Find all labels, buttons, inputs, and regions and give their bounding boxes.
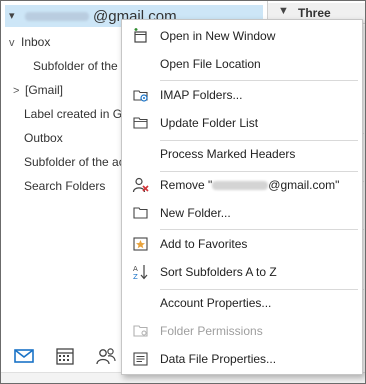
- folder-outbox[interactable]: Outbox: [24, 131, 63, 151]
- menu-item-label: Data File Properties...: [160, 352, 277, 366]
- menu-item-label: Open in New Window: [160, 29, 276, 43]
- expand-caret-icon[interactable]: >: [13, 85, 25, 97]
- menu-item-label: Sort Subfolders A to Z: [160, 265, 277, 279]
- menu-process-marked-headers[interactable]: Process Marked Headers: [122, 141, 362, 167]
- redacted-email-username: [212, 181, 269, 191]
- folder-inbox[interactable]: v Inbox: [9, 35, 50, 55]
- redacted-email-username: [25, 12, 89, 21]
- menu-update-folder-list[interactable]: Update Folder List: [122, 110, 362, 136]
- expand-caret-icon[interactable]: v: [9, 37, 21, 49]
- menu-item-label: Update Folder List: [160, 116, 259, 130]
- outlook-window: ▾ @gmail.com v Inbox Subfolder of the > [G…: [0, 0, 366, 384]
- menu-item-label: New Folder...: [160, 206, 231, 220]
- menu-item-label: Remove " @gmail.com": [160, 178, 339, 192]
- calendar-icon[interactable]: [54, 345, 76, 367]
- menu-account-properties[interactable]: Account Properties...: [122, 290, 362, 316]
- folder-label: [Gmail]: [25, 83, 64, 97]
- folder-context-menu: Open in New Window Open File Location IM…: [121, 19, 363, 375]
- menu-sort-subfolders[interactable]: A Z Sort Subfolders A to Z: [122, 259, 362, 285]
- folder-label: Inbox: [21, 35, 51, 49]
- menu-separator: [160, 80, 358, 81]
- svg-text:Z: Z: [133, 273, 138, 281]
- menu-remove-account[interactable]: Remove " @gmail.com": [122, 172, 362, 198]
- menu-item-label: Open File Location: [160, 57, 261, 71]
- menu-add-to-favorites[interactable]: Add to Favorites: [122, 231, 362, 257]
- menu-open-file-location[interactable]: Open File Location: [122, 51, 362, 77]
- svg-text:A: A: [133, 265, 138, 273]
- menu-separator: [160, 229, 358, 230]
- chevron-down-icon[interactable]: ▼: [278, 5, 289, 17]
- sort-az-icon: A Z: [132, 263, 150, 281]
- menu-data-file-properties[interactable]: Data File Properties...: [122, 346, 362, 372]
- collapse-caret-icon[interactable]: ▾: [9, 9, 15, 22]
- menu-item-label: IMAP Folders...: [160, 88, 243, 102]
- menu-item-label: Account Properties...: [160, 296, 272, 310]
- imap-folders-icon: [132, 86, 150, 104]
- mail-icon[interactable]: [13, 345, 35, 367]
- menu-item-label: Add to Favorites: [160, 237, 248, 251]
- data-file-properties-icon: [132, 350, 150, 368]
- update-folder-list-icon: [132, 114, 150, 132]
- folder-label: Label created in Gr: [24, 107, 127, 121]
- remove-account-icon: [132, 176, 150, 194]
- folder-inbox-subfolder[interactable]: Subfolder of the: [33, 59, 118, 79]
- remove-label-prefix: Remove ": [160, 178, 213, 192]
- folder-label: Subfolder of the: [33, 59, 118, 73]
- folder-label: Outbox: [24, 131, 63, 145]
- folder-account-subfolder[interactable]: Subfolder of the ac: [24, 155, 125, 175]
- menu-open-new-window[interactable]: Open in New Window: [122, 23, 362, 49]
- menu-folder-permissions: Folder Permissions: [122, 318, 362, 344]
- remove-label-suffix: @gmail.com": [268, 178, 340, 192]
- folder-search-folders[interactable]: Search Folders: [24, 179, 105, 199]
- menu-item-label: Process Marked Headers: [160, 147, 296, 161]
- add-favorites-icon: [132, 235, 150, 253]
- folder-gmail[interactable]: > [Gmail]: [13, 83, 63, 103]
- folder-label-created[interactable]: Label created in Gr: [24, 107, 126, 127]
- menu-item-label: Folder Permissions: [160, 324, 263, 338]
- new-window-icon: [132, 27, 150, 45]
- menu-new-folder[interactable]: New Folder...: [122, 200, 362, 226]
- new-folder-icon: [132, 204, 150, 222]
- folder-permissions-icon: [132, 322, 150, 340]
- menu-imap-folders[interactable]: IMAP Folders...: [122, 82, 362, 108]
- people-icon[interactable]: [95, 345, 117, 367]
- folder-label: Search Folders: [24, 179, 106, 193]
- folder-label: Subfolder of the ac: [24, 155, 125, 169]
